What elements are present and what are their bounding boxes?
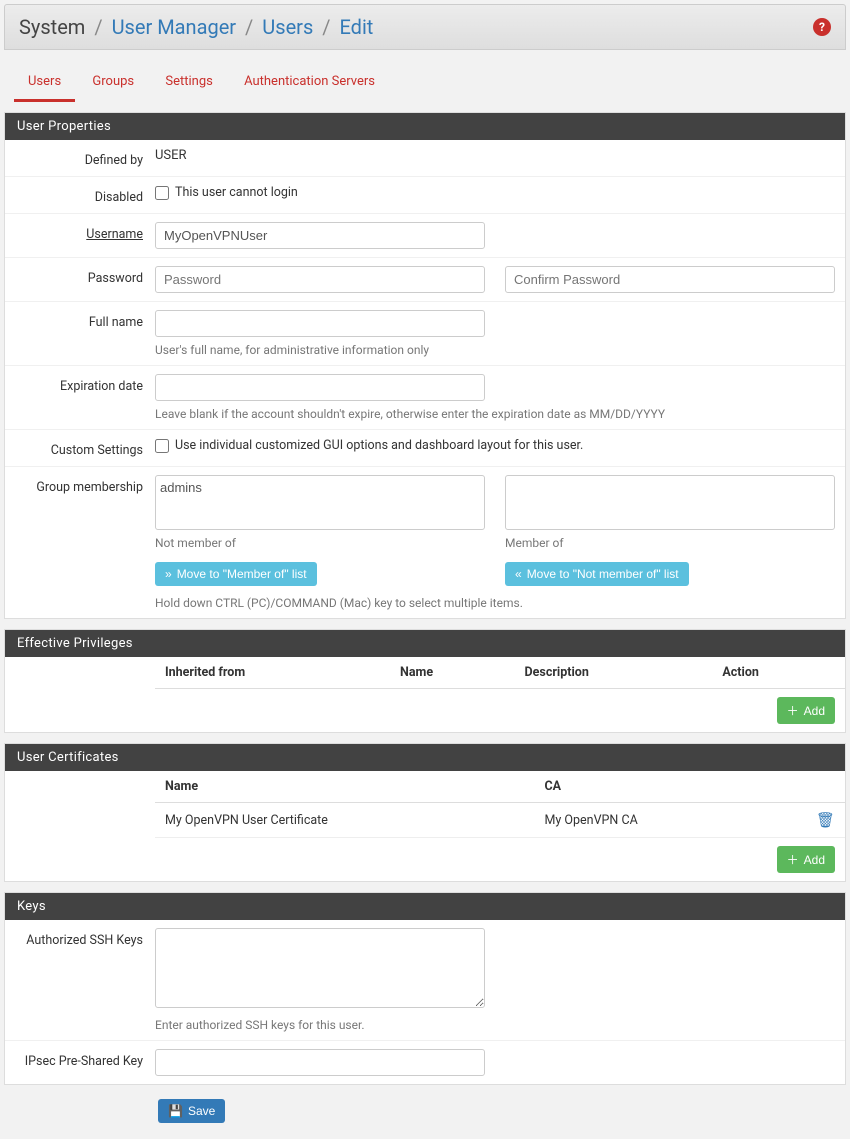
plus-icon: ＋ [787,851,799,868]
label-group-membership: Group membership [15,475,155,495]
checkbox-custom-text: Use individual customized GUI options an… [175,438,583,453]
save-button[interactable]: 💾 Save [158,1099,225,1123]
checkbox-disabled-text: This user cannot login [175,185,298,200]
breadcrumb-edit[interactable]: Edit [339,15,373,39]
move-to-not-member-button[interactable]: « Move to "Not member of" list [505,562,689,586]
panel-privileges: Effective Privileges Inherited from Name… [4,629,846,733]
move-to-member-button[interactable]: » Move to "Member of" list [155,562,317,586]
panel-certificates: User Certificates Name CA My OpenVPN Use… [4,743,846,882]
breadcrumb-user-manager[interactable]: User Manager [112,15,237,39]
certificates-table: Name CA My OpenVPN User Certificate My O… [155,771,845,838]
label-member-of: Member of [505,536,835,550]
groups-member-select[interactable] [505,475,835,530]
trash-icon[interactable]: 🗑 [816,811,835,829]
panel-heading-privileges: Effective Privileges [5,630,845,657]
label-ssh-keys: Authorized SSH Keys [15,928,155,948]
expiration-input[interactable] [155,374,485,401]
checkbox-disabled[interactable] [155,186,169,200]
tab-auth-servers[interactable]: Authentication Servers [230,64,389,99]
plus-icon: ＋ [787,702,799,719]
ssh-keys-textarea[interactable] [155,928,485,1008]
value-defined-by: USER [155,148,187,163]
panel-heading-certificates: User Certificates [5,744,845,771]
chevron-left-icon: « [515,567,522,581]
label-defined-by: Defined by [15,148,155,168]
label-custom-settings: Custom Settings [15,438,155,458]
checkbox-disabled-wrapper[interactable]: This user cannot login [155,185,298,200]
tab-settings[interactable]: Settings [151,64,226,99]
tab-groups[interactable]: Groups [78,64,148,99]
chevron-right-icon: » [165,567,172,581]
label-not-member-of: Not member of [155,536,485,550]
panel-heading-user-properties: User Properties [5,113,845,140]
hint-expiration: Leave blank if the account shouldn't exp… [155,407,835,421]
table-row: My OpenVPN User Certificate My OpenVPN C… [155,803,845,838]
help-icon[interactable]: ? [813,18,831,36]
add-privilege-button[interactable]: ＋ Add [777,697,835,724]
label-fullname: Full name [15,310,155,330]
label-password: Password [15,266,155,286]
privileges-table: Inherited from Name Description Action [155,657,845,689]
th-description: Description [515,657,713,689]
hint-fullname: User's full name, for administrative inf… [155,343,485,357]
breadcrumb-root: System [19,15,85,39]
label-ipsec-psk: IPsec Pre-Shared Key [15,1049,155,1069]
hint-ssh-keys: Enter authorized SSH keys for this user. [155,1018,485,1032]
th-cert-ca: CA [535,771,806,803]
th-inherited-from: Inherited from [155,657,390,689]
panel-heading-keys: Keys [5,893,845,920]
add-certificate-button[interactable]: ＋ Add [777,846,835,873]
label-expiration: Expiration date [15,374,155,394]
th-cert-name: Name [155,771,535,803]
cert-name: My OpenVPN User Certificate [155,803,535,838]
breadcrumb-bar: System / User Manager / Users / Edit ? [4,4,846,50]
checkbox-custom-wrapper[interactable]: Use individual customized GUI options an… [155,438,583,453]
panel-keys: Keys Authorized SSH Keys Enter authorize… [4,892,846,1085]
breadcrumb: System / User Manager / Users / Edit [19,15,373,39]
groups-not-member-select[interactable]: admins [155,475,485,530]
label-username: Username [15,222,155,242]
panel-user-properties: User Properties Defined by USER Disabled… [4,112,846,619]
label-disabled: Disabled [15,185,155,205]
tabs: Users Groups Settings Authentication Ser… [4,54,846,102]
save-icon: 💾 [168,1104,183,1118]
checkbox-custom[interactable] [155,439,169,453]
cert-ca: My OpenVPN CA [535,803,806,838]
hint-groups: Hold down CTRL (PC)/COMMAND (Mac) key to… [155,596,523,610]
th-action: Action [712,657,845,689]
th-name: Name [390,657,515,689]
group-option-admins[interactable]: admins [160,480,480,496]
fullname-input[interactable] [155,310,485,337]
confirm-password-input[interactable] [505,266,835,293]
breadcrumb-users[interactable]: Users [262,15,313,39]
username-input[interactable] [155,222,485,249]
password-input[interactable] [155,266,485,293]
ipsec-psk-input[interactable] [155,1049,485,1076]
tab-users[interactable]: Users [14,64,75,102]
